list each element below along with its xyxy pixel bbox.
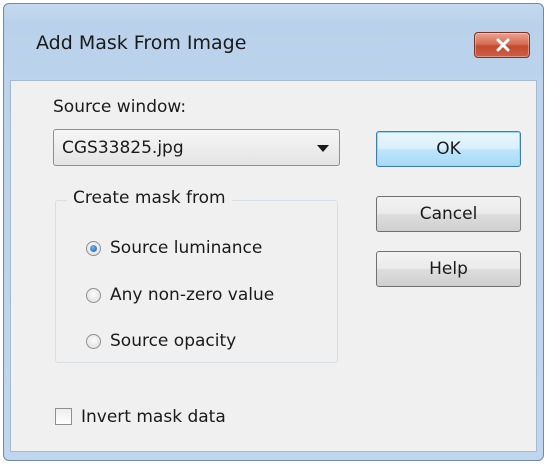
close-button[interactable] [474,32,530,58]
invert-mask-checkbox[interactable] [55,408,72,425]
radio-label: Source opacity [110,331,237,351]
chevron-down-icon [317,145,329,152]
ok-button[interactable]: OK [376,131,521,167]
dialog-window: Add Mask From Image Source window: CGS33… [3,3,544,461]
help-button[interactable]: Help [376,251,521,287]
close-icon [496,38,510,52]
radio-button[interactable] [86,334,101,349]
window-title: Add Mask From Image [36,32,247,54]
radio-label: Any non-zero value [110,285,275,305]
title-bar[interactable]: Add Mask From Image [4,4,543,80]
radio-button[interactable] [86,288,101,303]
create-mask-legend: Create mask from [67,188,232,208]
invert-mask-label: Invert mask data [81,407,226,427]
source-window-dropdown[interactable]: CGS33825.jpg [53,129,340,166]
radio-button-checked[interactable] [86,241,101,256]
source-window-value: CGS33825.jpg [62,138,184,158]
cancel-button[interactable]: Cancel [376,196,521,232]
source-window-label: Source window: [53,97,187,117]
radio-label: Source luminance [110,238,263,258]
dialog-body: Source window: CGS33825.jpg Create mask … [10,80,537,452]
